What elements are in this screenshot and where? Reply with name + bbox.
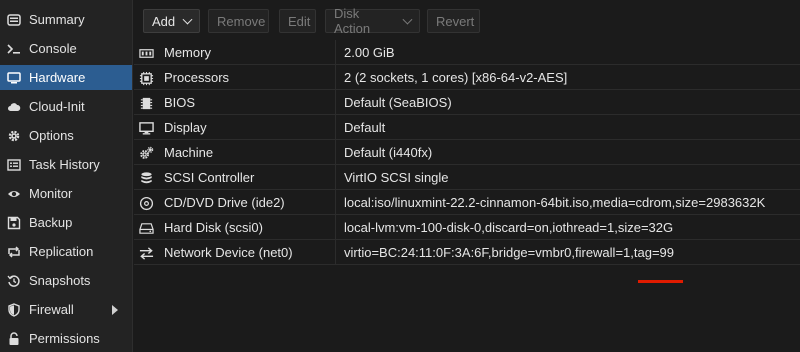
hardware-value: Default (SeaBIOS) (344, 95, 452, 110)
hardware-name: SCSI Controller (164, 170, 255, 185)
chevron-down-icon (182, 14, 193, 24)
hardware-value: local-lvm:vm-100-disk-0,discard=on,iothr… (344, 220, 674, 235)
hardware-row-display[interactable]: Display Default (134, 115, 800, 140)
revert-button[interactable]: Revert (427, 9, 480, 33)
sidebar-item-summary[interactable]: Summary (0, 7, 132, 32)
sidebar-item-permissions[interactable]: Permissions (0, 326, 132, 351)
hardware-row-bios[interactable]: BIOS Default (SeaBIOS) (134, 90, 800, 115)
shield-icon (6, 302, 22, 318)
sidebar-item-label: Replication (29, 244, 94, 259)
hardware-name: Hard Disk (scsi0) (164, 220, 263, 235)
sidebar-item-backup[interactable]: Backup (0, 210, 132, 235)
history-icon (6, 273, 22, 289)
task-list-icon (6, 157, 22, 173)
hardware-name: Display (164, 120, 207, 135)
hardware-name: Network Device (net0) (164, 245, 293, 260)
desktop-icon (138, 120, 154, 136)
gear-icon (6, 128, 22, 144)
database-icon (138, 170, 154, 186)
sidebar-item-label: Backup (29, 215, 73, 230)
remove-button-label: Remove (217, 13, 266, 29)
cloud-icon (6, 99, 22, 115)
sidebar-item-label: Firewall (29, 302, 74, 317)
add-button-label: Add (152, 13, 176, 29)
sidebar-item-label: Monitor (29, 186, 73, 201)
edit-button[interactable]: Edit (279, 9, 316, 33)
cpu-icon (138, 70, 154, 86)
cdrom-icon (138, 195, 154, 211)
sidebar-item-label: Console (29, 41, 77, 56)
hardware-value: 2.00 GiB (344, 45, 395, 60)
hardware-row-hard-disk[interactable]: Hard Disk (scsi0) local-lvm:vm-100-disk-… (134, 215, 800, 240)
disk-action-button[interactable]: Disk Action (325, 6, 420, 36)
hardware-name: BIOS (164, 95, 196, 110)
hardware-row-memory[interactable]: Memory 2.00 GiB (134, 40, 800, 65)
sidebar-item-monitor[interactable]: Monitor (0, 181, 132, 206)
sidebar-item-console[interactable]: Console (0, 36, 132, 61)
floppy-icon (6, 215, 22, 231)
hdd-icon (138, 220, 154, 236)
hardware-value: Default (i440fx) (344, 145, 433, 160)
tag-highlight-underline (638, 280, 683, 283)
sidebar-item-label: Snapshots (29, 273, 91, 288)
hardware-row-network-device[interactable]: Network Device (net0) virtio=BC:24:11:0F… (134, 240, 800, 265)
chevron-down-icon (402, 14, 413, 24)
retweet-icon (6, 244, 22, 260)
hardware-row-processors[interactable]: Processors 2 (2 sockets, 1 cores) [x86-6… (134, 65, 800, 90)
hardware-icon (6, 70, 22, 86)
microchip-icon (138, 95, 154, 111)
sidebar-item-replication[interactable]: Replication (0, 239, 132, 264)
hardware-value: VirtIO SCSI single (344, 170, 449, 185)
hardware-value: virtio=BC:24:11:0F:3A:6F,bridge=vmbr0,fi… (344, 245, 674, 260)
sidebar-item-task-history[interactable]: Task History (0, 152, 132, 177)
sidebar-item-label: Cloud-Init (29, 99, 85, 114)
sidebar-item-label: Permissions (29, 331, 100, 346)
submenu-arrow-icon (112, 305, 118, 315)
eye-icon (6, 186, 22, 202)
toolbar: Add Remove Edit Disk Action Revert (134, 0, 800, 40)
unlock-icon (6, 331, 22, 347)
hardware-name: CD/DVD Drive (ide2) (164, 195, 285, 210)
cogs-icon (138, 145, 154, 161)
revert-button-label: Revert (436, 13, 475, 29)
sidebar-item-snapshots[interactable]: Snapshots (0, 268, 132, 293)
hardware-name: Machine (164, 145, 214, 160)
edit-button-label: Edit (288, 13, 311, 29)
sidebar-item-hardware[interactable]: Hardware (0, 65, 132, 90)
hardware-row-cd-dvd-drive[interactable]: CD/DVD Drive (ide2) local:iso/linuxmint-… (134, 190, 800, 215)
sidebar-item-cloud-init[interactable]: Cloud-Init (0, 94, 132, 119)
sidebar-item-label: Task History (29, 157, 100, 172)
hardware-value: Default (344, 120, 386, 135)
hardware-row-machine[interactable]: Machine Default (i440fx) (134, 140, 800, 165)
remove-button[interactable]: Remove (208, 9, 269, 33)
hardware-grid: Memory 2.00 GiB Processors 2 (2 sockets,… (134, 40, 800, 352)
console-icon (6, 41, 22, 57)
hardware-name: Memory (164, 45, 211, 60)
sidebar-item-firewall[interactable]: Firewall (0, 297, 132, 322)
sidebar-item-options[interactable]: Options (0, 123, 132, 148)
hardware-row-scsi-controller[interactable]: SCSI Controller VirtIO SCSI single (134, 165, 800, 190)
disk-action-button-label: Disk Action (334, 6, 371, 36)
exchange-icon (138, 245, 154, 261)
hardware-value: 2 (2 sockets, 1 cores) [x86-64-v2-AES] (344, 70, 568, 85)
hardware-name: Processors (164, 70, 230, 85)
sidebar-item-label: Options (29, 128, 74, 143)
summary-icon (6, 12, 22, 28)
sidebar-item-label: Hardware (29, 70, 86, 85)
add-button[interactable]: Add (143, 9, 200, 33)
sidebar: Summary Console Hardware Cloud-Init Opti… (0, 0, 133, 352)
memory-icon (138, 45, 154, 61)
hardware-value: local:iso/linuxmint-22.2-cinnamon-64bit.… (344, 195, 766, 210)
sidebar-item-label: Summary (29, 12, 85, 27)
